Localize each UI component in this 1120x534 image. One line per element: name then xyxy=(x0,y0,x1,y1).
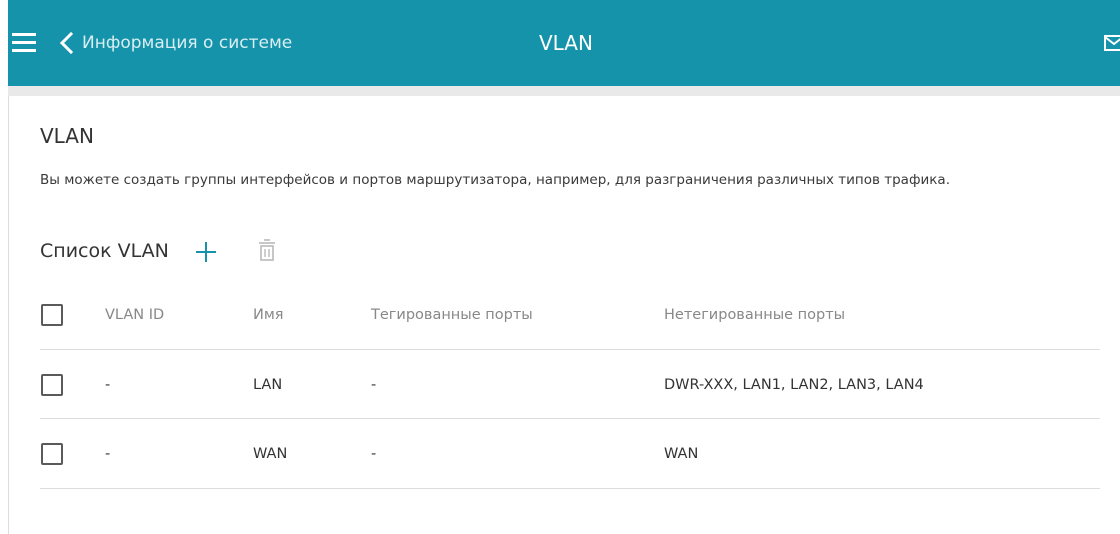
column-header-vlan-id: VLAN ID xyxy=(105,307,165,323)
vlan-name-cell: LAN xyxy=(253,377,283,393)
section-description: Вы можете создать группы интерфейсов и п… xyxy=(40,172,950,188)
content-left-border xyxy=(8,96,9,534)
tagged-ports-cell: - xyxy=(371,377,377,393)
row-divider xyxy=(40,488,1100,489)
row-checkbox[interactable] xyxy=(41,443,63,465)
untagged-ports-cell: WAN xyxy=(664,446,699,462)
vlan-name-cell: WAN xyxy=(253,446,288,462)
plus-icon[interactable] xyxy=(194,240,218,264)
menu-icon[interactable] xyxy=(12,33,36,53)
table-header-row: VLAN ID Имя Тегированные порты Нетегиров… xyxy=(40,280,1100,350)
untagged-ports-cell: DWR-XXX, LAN1, LAN2, LAN3, LAN4 xyxy=(664,377,924,393)
vlan-list-title: Список VLAN xyxy=(40,240,169,262)
table-row[interactable]: - WAN - WAN xyxy=(40,419,1100,489)
back-link-label[interactable]: Информация о системе xyxy=(82,30,292,56)
column-header-tagged-ports: Тегированные порты xyxy=(371,307,533,323)
column-header-untagged-ports: Нетегированные порты xyxy=(664,307,846,323)
tagged-ports-cell: - xyxy=(371,446,377,462)
column-header-name: Имя xyxy=(253,307,284,323)
top-bar: Информация о системе VLAN xyxy=(8,0,1120,86)
row-checkbox[interactable] xyxy=(41,374,63,396)
section-title: VLAN xyxy=(40,124,94,148)
chevron-left-icon[interactable] xyxy=(58,31,76,55)
select-all-checkbox[interactable] xyxy=(41,304,63,326)
page-title: VLAN xyxy=(539,31,593,55)
vlan-id-cell: - xyxy=(105,446,111,462)
mail-icon[interactable] xyxy=(1104,34,1120,52)
trash-icon xyxy=(259,239,275,261)
vlan-id-cell: - xyxy=(105,377,111,393)
header-shadow-strip xyxy=(8,86,1120,96)
table-row[interactable]: - LAN - DWR-XXX, LAN1, LAN2, LAN3, LAN4 xyxy=(40,350,1100,420)
